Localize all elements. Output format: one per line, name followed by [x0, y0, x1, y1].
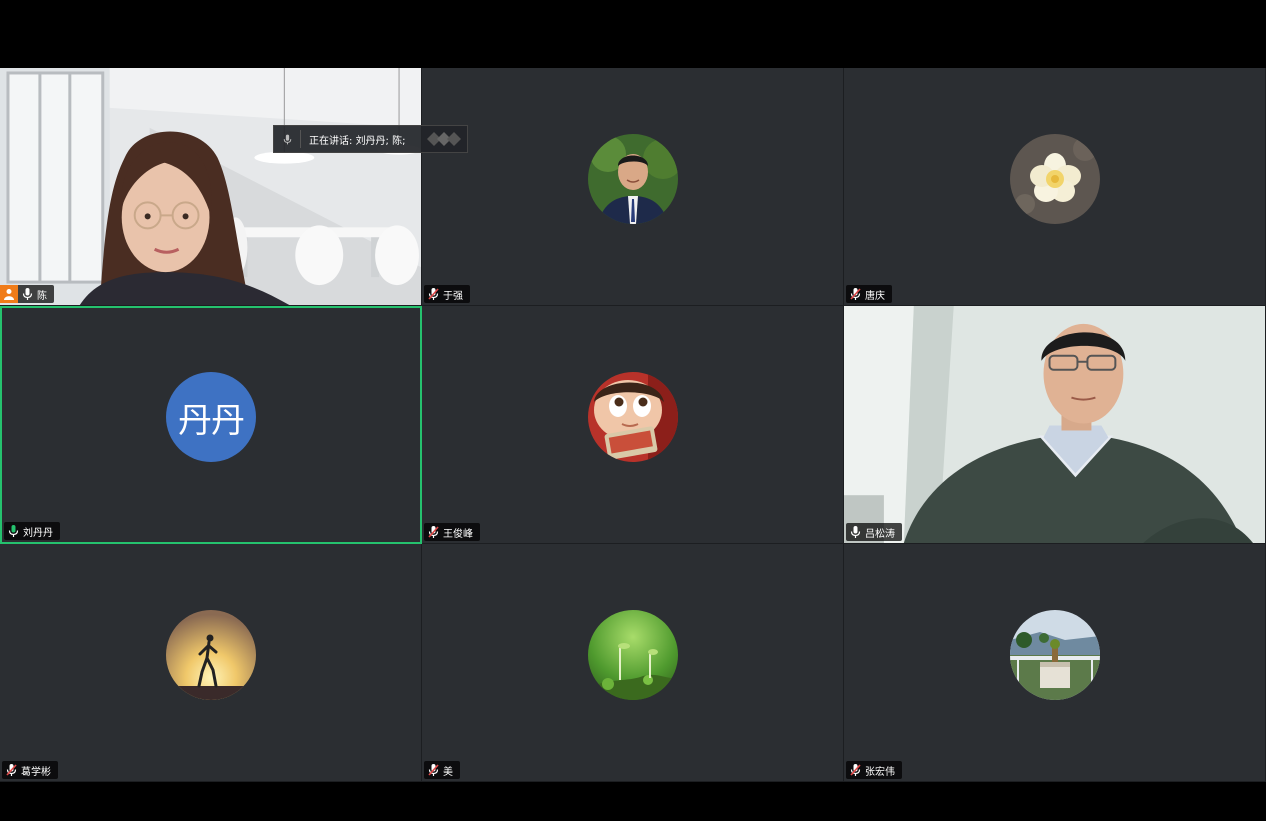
participant-tile-gexuebin[interactable]: 葛学彬 [0, 544, 422, 782]
participant-tile-liudandan[interactable]: 丹丹 刘丹丹 [0, 306, 422, 544]
participant-avatar [1009, 133, 1100, 224]
microphone-muted-icon [428, 288, 439, 300]
speaking-names: 刘丹丹; 陈; [355, 135, 406, 147]
participant-name: 吕松涛 [865, 528, 895, 540]
participant-name-tag: 吕松涛 [846, 523, 902, 541]
microphone-icon [22, 288, 33, 300]
participant-tile-lvsongtao[interactable]: 吕松涛 [844, 306, 1266, 544]
participant-avatar [587, 133, 678, 224]
microphone-muted-icon [6, 764, 17, 776]
participant-avatar-text: 丹丹 [166, 372, 256, 462]
participant-avatar [587, 371, 678, 462]
participant-name: 于强 [443, 290, 463, 302]
participant-video [0, 68, 421, 305]
participant-tile-yuqiang[interactable]: 于强 [422, 68, 844, 306]
participant-name: 刘丹丹 [23, 527, 53, 539]
participant-name: 陈 [37, 290, 47, 302]
microphone-muted-icon [428, 526, 439, 538]
participant-tile-wangjunfeng[interactable]: 王俊峰 [422, 306, 844, 544]
microphone-muted-icon [428, 764, 439, 776]
microphone-icon [274, 130, 301, 148]
participant-name: 唐庆 [865, 290, 885, 302]
participant-name-tag: 刘丹丹 [4, 522, 60, 540]
speaking-text: 正在讲话: 刘丹丹; 陈; [301, 132, 425, 147]
top-bar [0, 0, 1266, 68]
participant-name-tag: 于强 [424, 285, 470, 303]
participant-video [844, 306, 1265, 543]
host-badge-icon [0, 285, 18, 303]
participant-name: 张宏伟 [865, 766, 895, 778]
participant-avatar [1009, 609, 1100, 700]
participant-name: 王俊峰 [443, 528, 473, 540]
participant-name: 美 [443, 766, 453, 778]
speaking-prefix: 正在讲话: [309, 135, 353, 147]
participant-name-tag: 张宏伟 [846, 761, 902, 779]
microphone-speaking-icon [8, 525, 19, 537]
participant-name: 葛学彬 [21, 766, 51, 778]
microphone-muted-icon [850, 288, 861, 300]
bottom-bar [0, 782, 1266, 821]
participant-name-tag: 美 [424, 761, 460, 779]
microphone-muted-icon [850, 764, 861, 776]
participant-name-tag: 陈 [0, 285, 54, 303]
drag-handle-icon[interactable] [425, 132, 461, 146]
microphone-icon [850, 526, 861, 538]
participant-name-tag: 唐庆 [846, 285, 892, 303]
participant-avatar [587, 609, 678, 700]
participant-tile-mei[interactable]: 美 [422, 544, 844, 782]
participant-name-tag: 王俊峰 [424, 523, 480, 541]
speaking-indicator[interactable]: 正在讲话: 刘丹丹; 陈; [273, 125, 468, 153]
participant-tile-tangqing[interactable]: 唐庆 [844, 68, 1266, 306]
participant-name-tag: 葛学彬 [2, 761, 58, 779]
participant-avatar [165, 609, 256, 700]
video-grid: 陈 于强 唐庆 丹丹 刘丹丹 王俊峰 吕松涛 葛学彬 美 张宏伟 [0, 68, 1266, 782]
participant-tile-chen[interactable]: 陈 [0, 68, 422, 306]
participant-tile-zhanghongwei[interactable]: 张宏伟 [844, 544, 1266, 782]
